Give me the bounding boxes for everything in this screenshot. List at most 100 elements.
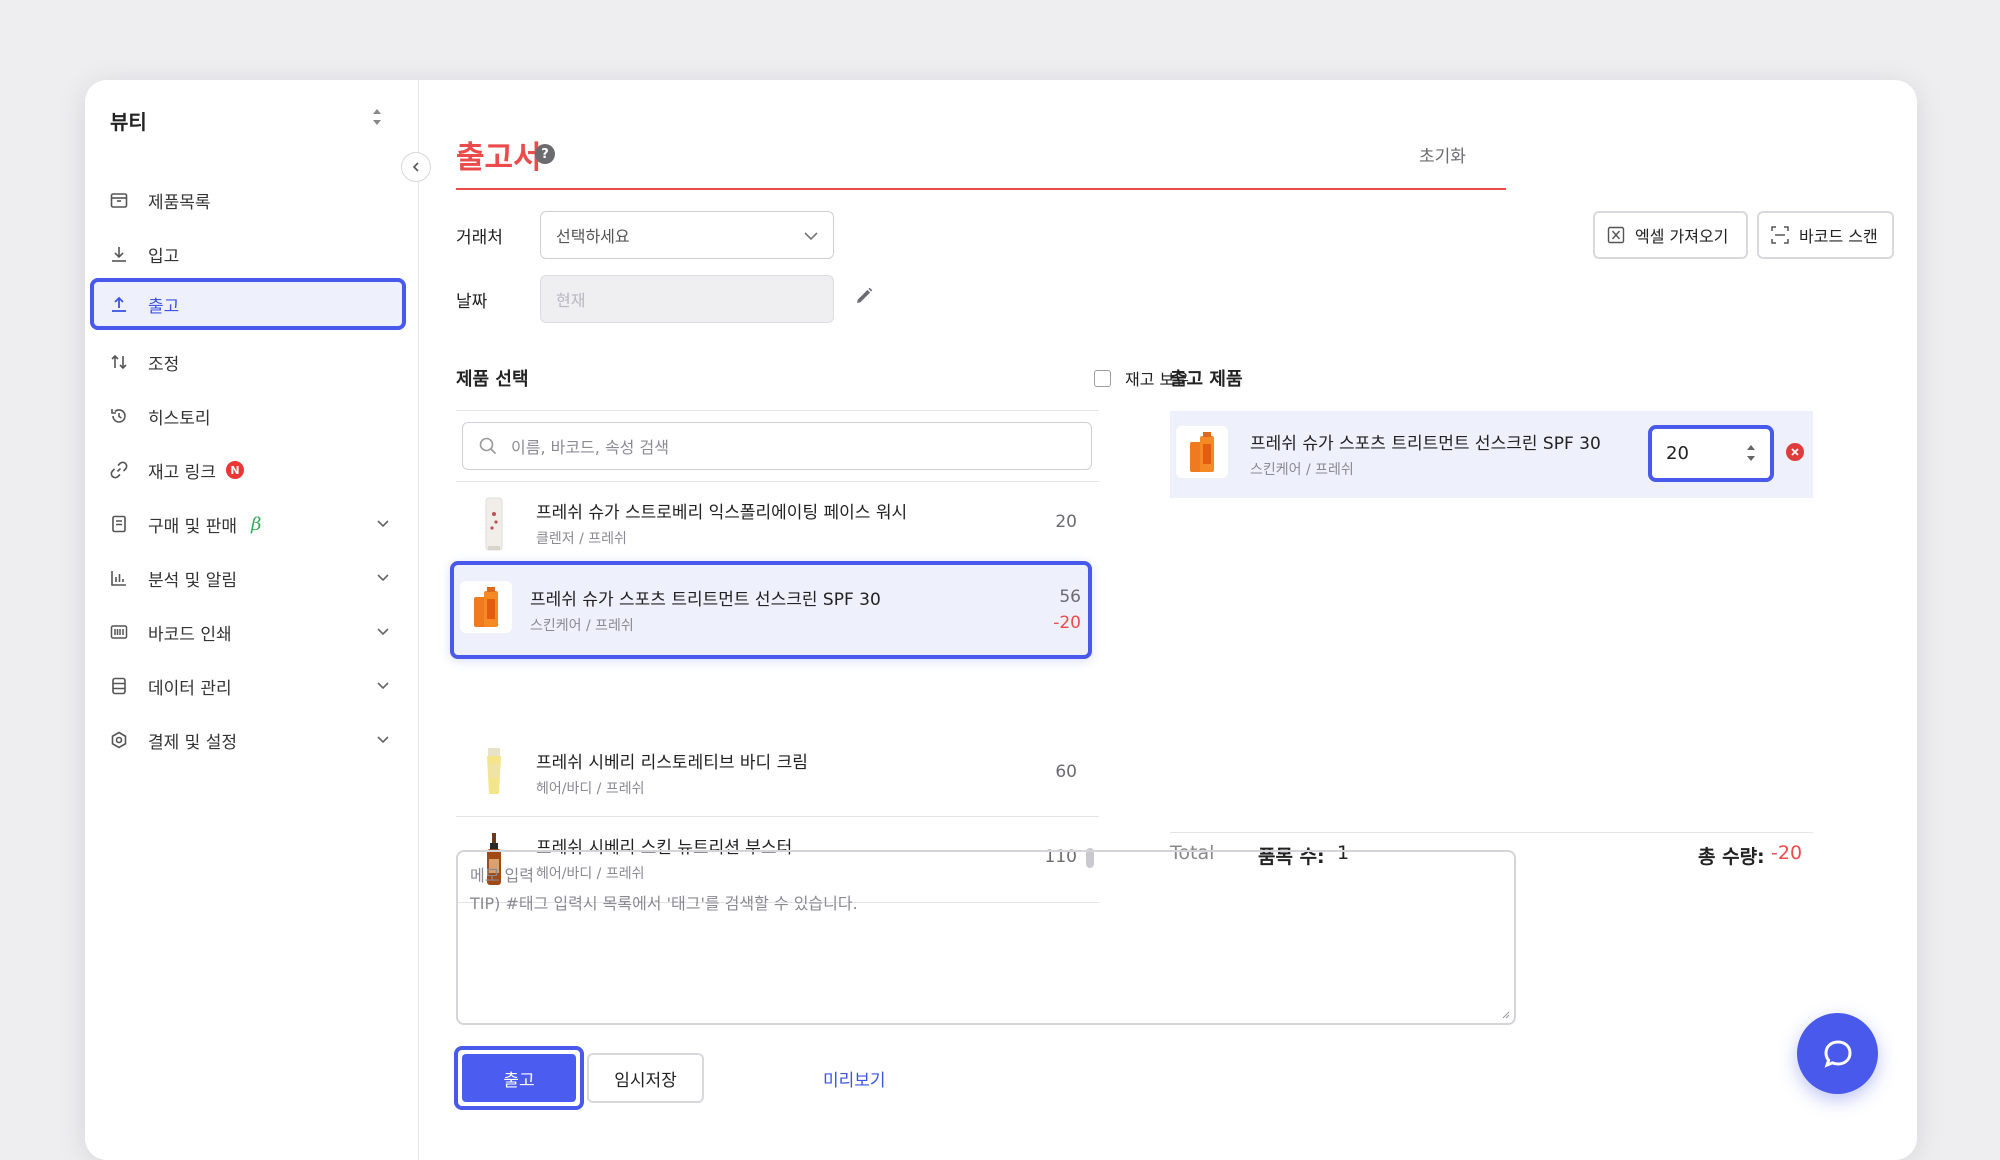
sidebar-item-products[interactable]: 제품목록	[90, 174, 406, 226]
product-stock-change: -20	[1053, 613, 1081, 633]
receipt-icon	[108, 513, 130, 535]
gear-icon	[108, 729, 130, 751]
product-name: 프레쉬 슈가 스포츠 트리트먼트 선스크린 SPF 30	[530, 590, 881, 610]
pencil-icon[interactable]	[853, 285, 875, 307]
memo-placeholder-line2: TIP) #태그 입력시 목록에서 '태그'를 검색할 수 있습니다.	[470, 894, 858, 913]
chevron-down-icon	[803, 228, 819, 248]
date-field-value: 현재	[556, 291, 586, 310]
history-icon	[108, 405, 130, 427]
sidebar-item-stock-link[interactable]: 재고 링크 N	[90, 444, 406, 496]
reset-button[interactable]: 초기화	[1419, 142, 1466, 167]
product-image	[474, 746, 514, 802]
product-name: 프레쉬 슈가 스트로베리 익스폴리에이팅 페이스 워시	[536, 503, 908, 523]
sidebar-item-label: 바코드 인쇄	[148, 624, 232, 645]
sidebar-item-label: 분석 및 알림	[148, 570, 238, 591]
remove-item-icon[interactable]	[1786, 443, 1804, 461]
submit-outbound-button[interactable]: 출고	[454, 1046, 584, 1110]
sidebar-item-label: 데이터 관리	[148, 678, 232, 699]
product-select-title: 제품 선택	[456, 369, 529, 390]
excel-icon	[1606, 225, 1626, 245]
date-label: 날짜	[456, 292, 488, 312]
sidebar: 뷰티 제품목록 입고 출고 조정 히스토리 재고 링크 N 구매 및 판매 β …	[85, 80, 419, 1160]
date-field: 현재	[540, 275, 834, 323]
memo-textarea[interactable]: 메모 입력 TIP) #태그 입력시 목록에서 '태그'를 검색할 수 있습니다…	[456, 850, 1516, 1025]
new-badge: N	[225, 461, 244, 479]
sidebar-item-adjust[interactable]: 조정	[90, 336, 406, 388]
help-icon[interactable]: ?	[535, 144, 555, 164]
product-stock: 20	[1055, 512, 1077, 532]
product-category: 스킨케어 / 프레쉬	[530, 618, 634, 634]
main-content: 출고서 ? 초기화 거래처 선택하세요 날짜 현재 엑셀 가져오기 바코드 스캔…	[419, 80, 1917, 1160]
chevron-down-icon[interactable]	[375, 515, 391, 531]
divider	[1170, 832, 1813, 833]
preview-link[interactable]: 미리보기	[823, 1066, 886, 1091]
product-name: 프레쉬 시베리 리스토레티브 바디 크림	[536, 753, 808, 773]
product-image	[460, 581, 512, 633]
sidebar-item-label: 조정	[148, 354, 180, 375]
product-row[interactable]: 프레쉬 시베리 리스토레티브 바디 크림 헤어/바디 / 프레쉬 60	[456, 732, 1099, 816]
sidebar-item-history[interactable]: 히스토리	[90, 390, 406, 442]
sidebar-item-label: 출고	[148, 296, 180, 317]
chat-button[interactable]	[1797, 1013, 1878, 1094]
sidebar-item-label: 결제 및 설정	[148, 732, 238, 753]
page-title: 출고서	[456, 140, 542, 176]
beta-badge: β	[251, 513, 262, 535]
chevron-down-icon[interactable]	[375, 623, 391, 639]
total-qty: -20	[1771, 842, 1803, 864]
sidebar-item-inbound[interactable]: 입고	[90, 228, 406, 280]
sidebar-item-label: 구매 및 판매	[148, 516, 238, 537]
title-divider	[456, 188, 1506, 190]
chart-icon	[108, 567, 130, 589]
chat-bubble-icon	[1823, 1039, 1852, 1068]
scan-icon	[1770, 225, 1790, 245]
sidebar-item-billing-settings[interactable]: 결제 및 설정	[90, 714, 406, 766]
sidebar-item-outbound[interactable]: 출고	[90, 278, 406, 330]
product-category: 클렌저 / 프레쉬	[536, 531, 627, 547]
workspace-switch-icon[interactable]	[370, 106, 384, 128]
product-search-input[interactable]: 이름, 바코드, 속성 검색	[462, 422, 1092, 470]
chevron-down-icon[interactable]	[375, 731, 391, 747]
excel-import-button[interactable]: 엑셀 가져오기	[1593, 211, 1748, 259]
sidebar-item-barcode-print[interactable]: 바코드 인쇄	[90, 606, 406, 658]
outbound-item-category: 스킨케어 / 프레쉬	[1250, 462, 1354, 478]
app-window: 뷰티 제품목록 입고 출고 조정 히스토리 재고 링크 N 구매 및 판매 β …	[85, 80, 1917, 1160]
product-row-selected[interactable]: 프레쉬 슈가 스포츠 트리트먼트 선스크린 SPF 30 스킨케어 / 프레쉬 …	[450, 561, 1092, 659]
download-icon	[108, 243, 130, 265]
sidebar-item-label: 입고	[148, 246, 180, 267]
vendor-label: 거래처	[456, 228, 503, 248]
stepper-arrows-icon[interactable]	[1745, 441, 1757, 465]
product-stock: 56	[1059, 587, 1081, 607]
search-icon	[477, 435, 499, 457]
save-draft-button[interactable]: 임시저장	[587, 1053, 704, 1103]
search-placeholder: 이름, 바코드, 속성 검색	[511, 438, 669, 457]
memo-placeholder-line1: 메모 입력	[470, 866, 534, 885]
divider	[456, 410, 1099, 411]
workspace-title[interactable]: 뷰티	[110, 106, 147, 135]
upload-icon	[108, 293, 130, 315]
sidebar-item-data-management[interactable]: 데이터 관리	[90, 660, 406, 712]
product-category: 헤어/바디 / 프레쉬	[536, 781, 645, 797]
vendor-select[interactable]: 선택하세요	[540, 211, 834, 259]
link-icon	[108, 459, 130, 481]
product-image	[474, 496, 514, 552]
sidebar-item-analytics[interactable]: 분석 및 알림	[90, 552, 406, 604]
product-image	[1176, 426, 1228, 478]
sidebar-item-label: 히스토리	[148, 408, 211, 429]
sidebar-item-label: 제품목록	[148, 192, 211, 213]
sidebar-item-purchase-sales[interactable]: 구매 및 판매 β	[90, 498, 406, 550]
barcode-scan-button[interactable]: 바코드 스캔	[1757, 211, 1894, 259]
outbound-title: 출고 제품	[1170, 369, 1243, 390]
database-icon	[108, 675, 130, 697]
resize-grip-icon[interactable]	[1500, 1009, 1510, 1019]
chevron-down-icon[interactable]	[375, 569, 391, 585]
barcode-icon	[108, 621, 130, 643]
in-stock-checkbox[interactable]	[1094, 369, 1111, 387]
submit-outbound-label: 출고	[462, 1054, 576, 1102]
quantity-stepper[interactable]: 20	[1648, 425, 1774, 482]
adjust-icon	[108, 351, 130, 373]
vendor-select-value: 선택하세요	[556, 227, 630, 246]
sidebar-collapse-button[interactable]	[401, 152, 431, 182]
chevron-down-icon[interactable]	[375, 677, 391, 693]
product-row[interactable]: 프레쉬 슈가 스트로베리 익스폴리에이팅 페이스 워시 클렌저 / 프레쉬 20	[456, 482, 1099, 566]
product-stock: 60	[1055, 762, 1077, 782]
